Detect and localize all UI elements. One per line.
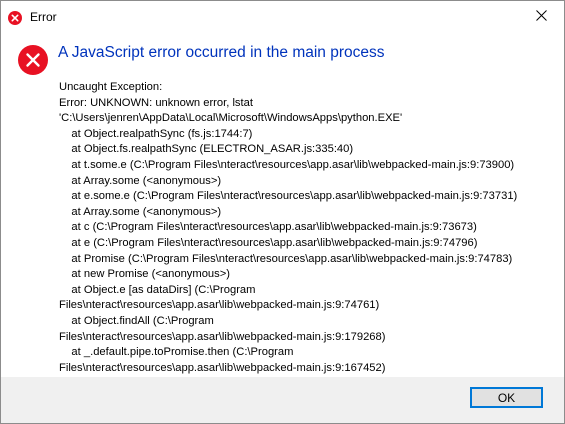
window-title: Error [30,10,57,24]
close-button[interactable] [518,1,564,32]
dialog-content: A JavaScript error occurred in the main … [1,32,564,377]
dialog-heading: A JavaScript error occurred in the main … [58,44,385,61]
error-message: Uncaught Exception: Error: UNKNOWN: unkn… [59,81,518,374]
error-icon [18,45,48,75]
ok-button[interactable]: OK [470,387,543,408]
error-dialog-window: Error A JavaScript error occurred in the… [0,0,565,424]
error-icon [8,11,22,25]
title-bar[interactable]: Error [1,1,564,32]
close-icon [535,8,547,26]
dialog-footer: OK [1,377,564,423]
